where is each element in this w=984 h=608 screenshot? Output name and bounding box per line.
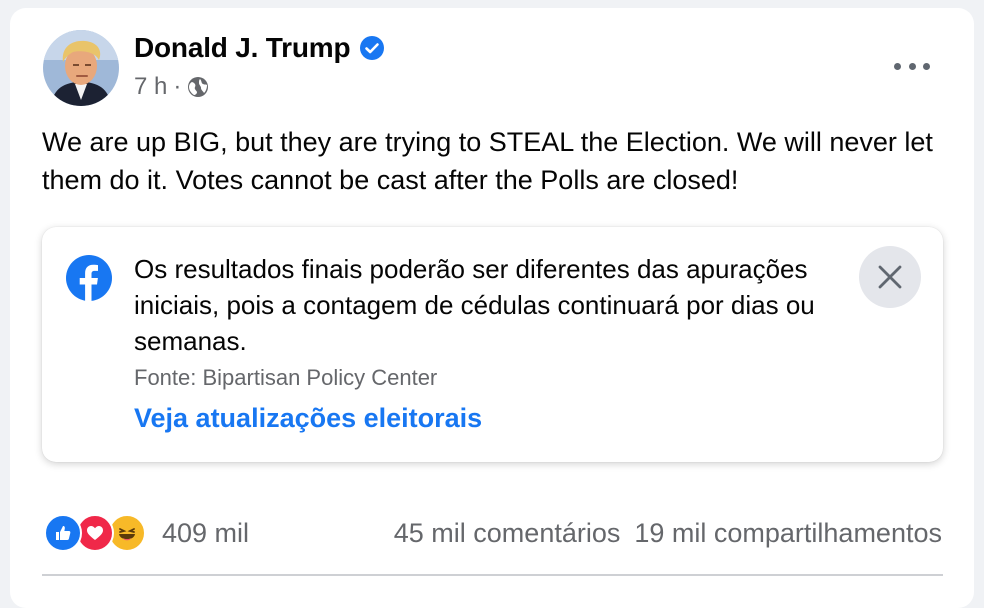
- author-name[interactable]: Donald J. Trump: [134, 32, 351, 64]
- post-meta: 7 h ·: [134, 73, 209, 101]
- divider: [42, 574, 943, 576]
- like-reaction-icon: [44, 514, 82, 552]
- post-card: Donald J. Trump 7 h · We are up BIG, but…: [10, 8, 974, 608]
- comments-count[interactable]: 45 mil comentários: [394, 518, 621, 549]
- avatar-image: [43, 30, 119, 106]
- election-updates-link[interactable]: Veja atualizações eleitorais: [134, 403, 482, 434]
- notice-message: Os resultados finais poderão ser diferen…: [134, 254, 815, 356]
- notice-source: Fonte: Bipartisan Policy Center: [134, 365, 438, 390]
- author-name-row: Donald J. Trump: [134, 32, 385, 64]
- shares-count[interactable]: 19 mil compartilhamentos: [634, 518, 942, 549]
- facebook-logo-icon: [66, 255, 112, 301]
- close-icon: [878, 265, 902, 289]
- meta-separator: ·: [173, 73, 182, 100]
- engagement-stats: 45 mil comentários 19 mil compartilhamen…: [394, 518, 942, 549]
- verified-badge-icon: [360, 36, 385, 60]
- more-options-icon[interactable]: [894, 56, 930, 76]
- post-timestamp[interactable]: 7 h: [134, 73, 167, 101]
- post-text: We are up BIG, but they are trying to ST…: [42, 127, 933, 195]
- reactions-summary[interactable]: 409 mil: [44, 514, 249, 552]
- reactions-count: 409 mil: [162, 517, 250, 548]
- close-notice-button[interactable]: [859, 246, 921, 308]
- election-info-notice: Os resultados finais poderão ser diferen…: [42, 227, 943, 462]
- globe-icon[interactable]: [187, 76, 209, 98]
- author-avatar[interactable]: [43, 30, 119, 106]
